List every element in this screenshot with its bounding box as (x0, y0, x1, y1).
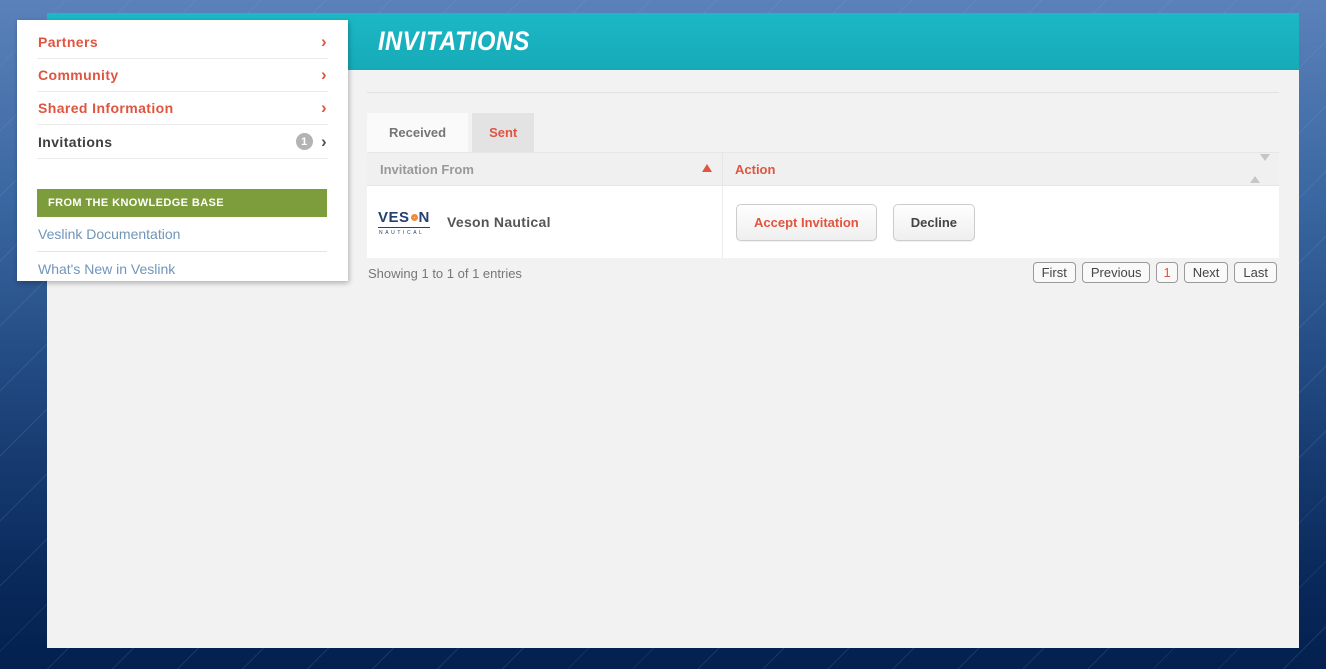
logo-subtext: NAUTICAL (378, 230, 436, 236)
chevron-right-icon: › (321, 36, 327, 48)
logo-wordmark: VES N (378, 209, 430, 228)
entries-summary: Showing 1 to 1 of 1 entries (368, 266, 522, 281)
sidebar-item-invitations[interactable]: Invitations 1 › (37, 125, 328, 159)
pagination-previous-button[interactable]: Previous (1082, 262, 1151, 283)
logo-o-ring-icon (411, 214, 418, 221)
column-header-label: Action (735, 162, 775, 177)
tab-bar: Received Sent (367, 113, 534, 152)
invitations-section: Received Sent Invitation From Action (367, 70, 1279, 648)
action-cell: Accept Invitation Decline (723, 186, 1279, 258)
column-header-action[interactable]: Action (723, 153, 1279, 185)
sidebar-item-partners[interactable]: Partners › (37, 26, 328, 59)
column-header-label: Invitation From (380, 162, 474, 177)
invitations-count-badge: 1 (296, 133, 313, 150)
sidebar-item-label: Shared Information (38, 100, 321, 116)
navigation-menu: Partners › Community › Shared Informatio… (17, 20, 348, 159)
sidebar-item-shared-information[interactable]: Shared Information › (37, 92, 328, 125)
link-whats-new-in-veslink[interactable]: What's New in Veslink (37, 252, 327, 286)
sort-icon (1250, 161, 1270, 176)
sort-ascending-icon (702, 164, 712, 172)
pagination-page-1-button[interactable]: 1 (1156, 262, 1177, 283)
invitation-from-cell: VES N NAUTICAL Veson Nautical (367, 186, 723, 258)
tab-received[interactable]: Received (367, 113, 468, 152)
pagination-first-button[interactable]: First (1033, 262, 1076, 283)
logo-text-n: N (419, 209, 430, 226)
sidebar-item-label: Invitations (38, 134, 296, 150)
pagination-last-button[interactable]: Last (1234, 262, 1277, 283)
sidebar-item-label: Partners (38, 34, 321, 50)
page-title: INVITATIONS (378, 13, 530, 70)
logo-text-ves: VES (378, 209, 410, 226)
veson-nautical-logo: VES N NAUTICAL (378, 209, 436, 236)
chevron-right-icon: › (321, 102, 327, 114)
decline-button[interactable]: Decline (893, 204, 975, 241)
pagination-next-button[interactable]: Next (1184, 262, 1229, 283)
accept-invitation-button[interactable]: Accept Invitation (736, 204, 877, 241)
pagination: First Previous 1 Next Last (1033, 262, 1277, 283)
navigation-menu-panel: Partners › Community › Shared Informatio… (17, 20, 348, 281)
knowledge-base-header: FROM THE KNOWLEDGE BASE (37, 189, 327, 217)
tab-sent[interactable]: Sent (472, 113, 534, 152)
link-veslink-documentation[interactable]: Veslink Documentation (37, 217, 327, 252)
table-row: VES N NAUTICAL Veson Nautical Accept Inv… (367, 186, 1279, 258)
column-header-invitation-from[interactable]: Invitation From (367, 153, 723, 185)
company-name: Veson Nautical (447, 214, 551, 230)
sidebar-item-community[interactable]: Community › (37, 59, 328, 92)
chevron-right-icon: › (321, 136, 327, 148)
sidebar-item-label: Community (38, 67, 321, 83)
chevron-right-icon: › (321, 69, 327, 81)
divider (367, 92, 1279, 93)
table-header: Invitation From Action (367, 152, 1279, 186)
